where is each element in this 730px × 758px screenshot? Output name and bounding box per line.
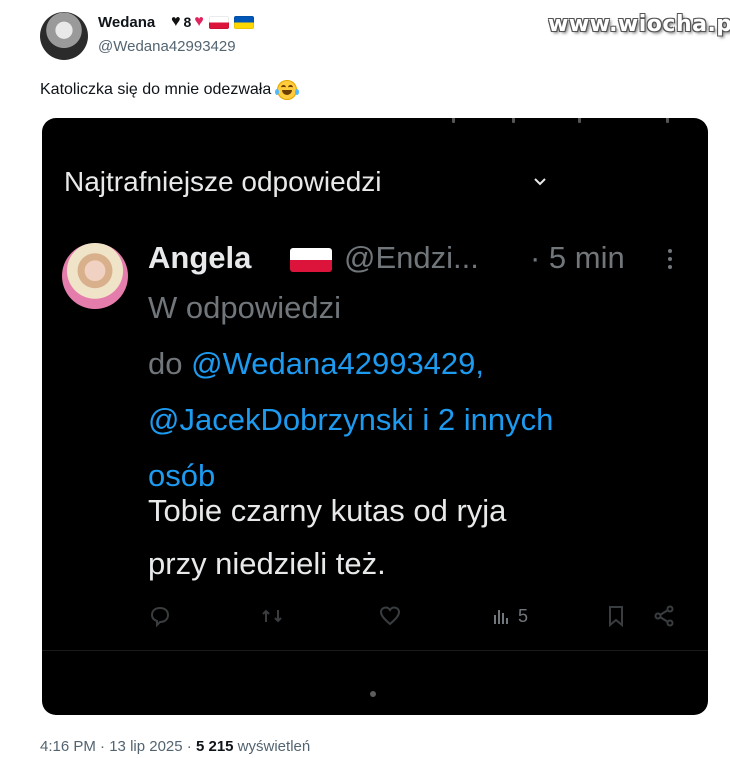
reply-context: W odpowiedzi do @Wedana42993429, @JacekD… [148, 280, 688, 504]
reply-body: Tobie czarny kutas od ryja przy niedziel… [148, 484, 688, 590]
reply-button[interactable] [148, 602, 172, 630]
retweet-button[interactable] [260, 602, 284, 630]
reply-body-line: przy niedzieli też. [148, 546, 386, 581]
views-button[interactable]: 5 [490, 602, 528, 630]
tear-left [275, 89, 280, 95]
views-count: 5 [518, 605, 529, 626]
meta-separator: · [182, 738, 196, 755]
name-emoji-group: ♥ 8 ♥ [171, 13, 254, 31]
action-bar: 5 [148, 602, 678, 630]
tweet: Wedana ♥ 8 ♥ @Wedana42993429 www.wiocha.… [0, 0, 730, 758]
author-handle[interactable]: @Wedana42993429 [98, 38, 236, 55]
poland-flag-icon [208, 15, 229, 29]
divider [42, 650, 708, 651]
share-button[interactable] [652, 602, 676, 630]
reply-icon [150, 606, 170, 628]
heart-icon [379, 606, 401, 626]
watermark: www.wiocha.pl [548, 12, 730, 37]
cropped-text-fragment [42, 118, 708, 124]
bookmark-button[interactable] [604, 602, 628, 630]
meta-separator: · [95, 738, 110, 755]
pager-dot [370, 691, 376, 697]
views-chart-icon [494, 610, 508, 624]
tweet-time[interactable]: 4:16 PM [40, 738, 96, 755]
embedded-screenshot[interactable]: Najtrafniejsze odpowiedzi Angela @Endzi.… [42, 118, 708, 715]
more-options-icon[interactable] [666, 248, 674, 270]
tear-right [295, 89, 300, 95]
section-title[interactable]: Najtrafniejsze odpowiedzi [64, 166, 382, 198]
black-heart-icon: ♥ [171, 13, 181, 30]
reply-avatar[interactable] [62, 243, 128, 309]
tweet-meta: 4:16 PM · 13 lip 2025 · 5 215 wyświetleń [40, 738, 310, 755]
name-number: 8 [183, 14, 192, 30]
red-heart-icon: ♥ [194, 13, 204, 30]
mention-link[interactable]: @Wedana42993429, [191, 346, 484, 381]
reply-context-line-2: do @Wedana42993429, [148, 336, 688, 392]
like-button[interactable] [378, 602, 402, 630]
bookmark-icon [609, 606, 623, 628]
retweet-icon [262, 609, 282, 623]
reply-body-line: Tobie czarny kutas od ryja [148, 493, 507, 528]
tweet-text-content: Katoliczka się do mnie odezwała [40, 81, 272, 98]
mention-link[interactable]: @JacekDobrzynski i 2 innych [148, 392, 688, 448]
author-avatar[interactable] [40, 12, 88, 60]
author-name[interactable]: Wedana [98, 14, 155, 31]
laughing-tears-emoji-icon [275, 80, 300, 100]
emoji-mouth [282, 90, 293, 95]
reply-timestamp[interactable]: · 5 min [530, 240, 625, 276]
reply-author-handle[interactable]: @Endzi... [344, 240, 479, 276]
poland-flag-icon [290, 248, 332, 272]
chevron-down-icon[interactable] [532, 174, 548, 190]
reply-context-prefix: do [148, 346, 192, 381]
share-icon [654, 605, 674, 627]
ukraine-flag-icon [233, 15, 254, 29]
tweet-date[interactable]: 13 lip 2025 [109, 738, 182, 755]
reply-author-name[interactable]: Angela [148, 240, 251, 276]
views-total: 5 215 [195, 738, 234, 755]
views-label: wyświetleń [233, 738, 311, 755]
reply-context-intro: W odpowiedzi [148, 290, 341, 325]
tweet-text: Katoliczka się do mnie odezwała [40, 80, 300, 100]
